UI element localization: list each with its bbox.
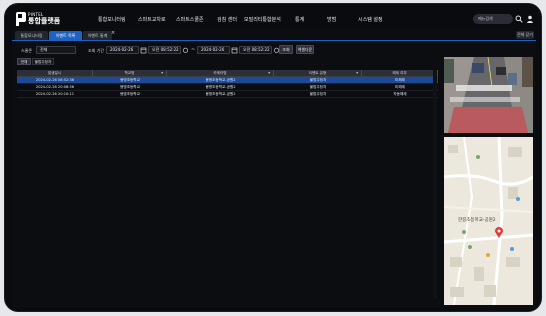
sort-down-icon[interactable]: ▾ xyxy=(356,70,358,76)
user-icon[interactable] xyxy=(526,15,534,23)
nav-item-meter-center[interactable]: 검침 센터 xyxy=(217,16,237,23)
nav-item-integrated-monitoring[interactable]: 통합모니터링 xyxy=(98,16,126,23)
brand-title: 통합플랫폼 xyxy=(28,17,61,25)
table-cell: 불법주정차 xyxy=(309,85,327,89)
event-table: 발생일시 학교명 ▾ 카메라명 ▾ 이벤트 유형 ▾ 해제 여부 2024-02-26… xyxy=(17,70,438,98)
table-row[interactable]: 2024-02-26 08:52:36 봉명초등학교 봉명초등학교-공원2 불법… xyxy=(17,77,438,84)
nav-item-statistics[interactable]: 통계 xyxy=(295,16,304,23)
sort-down-icon[interactable]: ▾ xyxy=(268,70,270,76)
start-date-input[interactable]: 2024-02-26 xyxy=(106,46,139,54)
tab-integrated-monitoring[interactable]: 통합모니터링 xyxy=(15,31,48,40)
map-location-label: 한길초등학교-공원2 xyxy=(458,218,496,223)
table-cell: 불법주정차 xyxy=(309,78,327,82)
column-header-label: 발생일시 xyxy=(47,71,62,75)
table-cell: 봉명초등학교 xyxy=(120,85,140,89)
table-cell: 봉명초등학교 xyxy=(120,92,140,96)
start-time-input[interactable]: 오전 08:52:22 xyxy=(148,46,181,54)
cctv-camera-view[interactable] xyxy=(444,57,533,133)
tab-event-statistics[interactable]: 이벤트 통계 xyxy=(83,31,112,40)
table-cell: 봉명초등학교-공원2 xyxy=(205,92,236,96)
column-header-label: 카메라명 xyxy=(213,71,227,75)
sort-down-icon[interactable]: ▾ xyxy=(161,70,163,76)
nav-item-crime-prevention[interactable]: 방범 xyxy=(327,16,336,23)
table-cell: 자동해제 xyxy=(393,92,407,96)
column-header-label: 학교명 xyxy=(124,71,135,75)
table-row[interactable]: 2024-02-26 20:08:56 봉명초등학교 봉명초등학교-공원2 불법… xyxy=(17,84,438,91)
table-cell: 불법주정차 xyxy=(309,92,327,96)
app-screen: PINTEL 통합플랫폼 통합모니터링 스마트교차로 스마트스쿨존 검침 센터 … xyxy=(12,9,536,308)
map-marker-icon[interactable] xyxy=(495,227,503,238)
table-cell: 봉명초등학교-공원2 xyxy=(205,85,236,89)
nav-item-smart-school-zone[interactable]: 스마트스쿨존 xyxy=(176,16,204,23)
column-header[interactable]: 카메라명 ▾ xyxy=(167,70,274,76)
end-date-input[interactable]: 2024-02-26 xyxy=(197,46,230,54)
table-header: 발생일시 학교명 ▾ 카메라명 ▾ 이벤트 유형 ▾ 해제 여부 xyxy=(17,70,438,77)
search-icon[interactable] xyxy=(515,15,523,23)
school-zone-label: 스쿨존 xyxy=(21,48,33,53)
column-header-label: 해제 여부 xyxy=(392,71,407,75)
nav-item-system-settings[interactable]: 시스템 설정 xyxy=(358,16,383,23)
column-header[interactable]: 학교명 ▾ xyxy=(93,70,167,76)
table-scrollbar[interactable] xyxy=(433,70,437,298)
calendar-icon[interactable] xyxy=(140,46,147,54)
table-cell: 봉명초등학교 xyxy=(120,78,140,82)
period-label: 조회 기간 xyxy=(88,48,104,53)
menu-search-placeholder: 메뉴검색 xyxy=(478,16,493,21)
device-frame: PINTEL 통합플랫폼 통합모니터링 스마트교차로 스마트스쿨존 검침 센터 … xyxy=(4,3,542,312)
table-cell: 미해제 xyxy=(395,85,405,89)
column-header[interactable]: 이벤트 유형 ▾ xyxy=(274,70,362,76)
table-cell: 봉명초등학교-공원2 xyxy=(205,78,236,82)
column-header[interactable]: 발생일시 xyxy=(17,70,93,76)
clock-icon[interactable] xyxy=(182,46,189,54)
close-tab-icon[interactable]: × xyxy=(111,30,115,36)
table-cell: 2024-02-26 20:10:11 xyxy=(35,92,75,96)
column-header[interactable]: 해제 여부 xyxy=(362,70,438,76)
filter-tab-all[interactable]: 전체 xyxy=(17,58,31,65)
tab-event-list[interactable]: 이벤트 목록 xyxy=(49,31,82,40)
tab-underline xyxy=(12,40,536,41)
excel-download-button[interactable]: 엑셀다운 xyxy=(296,45,314,54)
calendar-icon[interactable] xyxy=(231,46,238,54)
top-navigation: PINTEL 통합플랫폼 통합모니터링 스마트교차로 스마트스쿨존 검침 센터 … xyxy=(12,9,536,29)
end-time-input[interactable]: 오전 08:52:22 xyxy=(239,46,272,54)
table-row[interactable]: 2024-02-26 20:10:11 봉명초등학교 봉명초등학교-공원2 불법… xyxy=(17,91,438,98)
search-button[interactable]: 조회 xyxy=(279,45,293,54)
nav-item-smart-intersection[interactable]: 스마트교차로 xyxy=(138,16,166,23)
location-map[interactable]: 한길초등학교-공원2 xyxy=(444,137,533,305)
table-cell: 2024-02-26 20:08:56 xyxy=(35,85,75,89)
close-all-tabs-button[interactable]: 전체 닫기 xyxy=(516,31,534,39)
school-zone-select[interactable]: 전체 xyxy=(36,46,76,54)
filter-tab-illegal-parking[interactable]: 불법주정차 xyxy=(32,58,54,65)
cctv-image xyxy=(444,57,533,133)
table-cell: 미해제 xyxy=(395,78,405,82)
column-header-label: 이벤트 유형 xyxy=(308,71,327,75)
menu-search-input[interactable]: 메뉴검색 xyxy=(473,14,513,24)
range-separator: ~ xyxy=(191,47,196,53)
brand[interactable]: PINTEL 통합플랫폼 xyxy=(28,12,60,26)
nav-item-mobility-analysis[interactable]: 모빌리티통합분석 xyxy=(244,16,281,23)
logo-icon xyxy=(16,12,26,26)
table-cell: 2024-02-26 08:52:36 xyxy=(35,78,75,82)
